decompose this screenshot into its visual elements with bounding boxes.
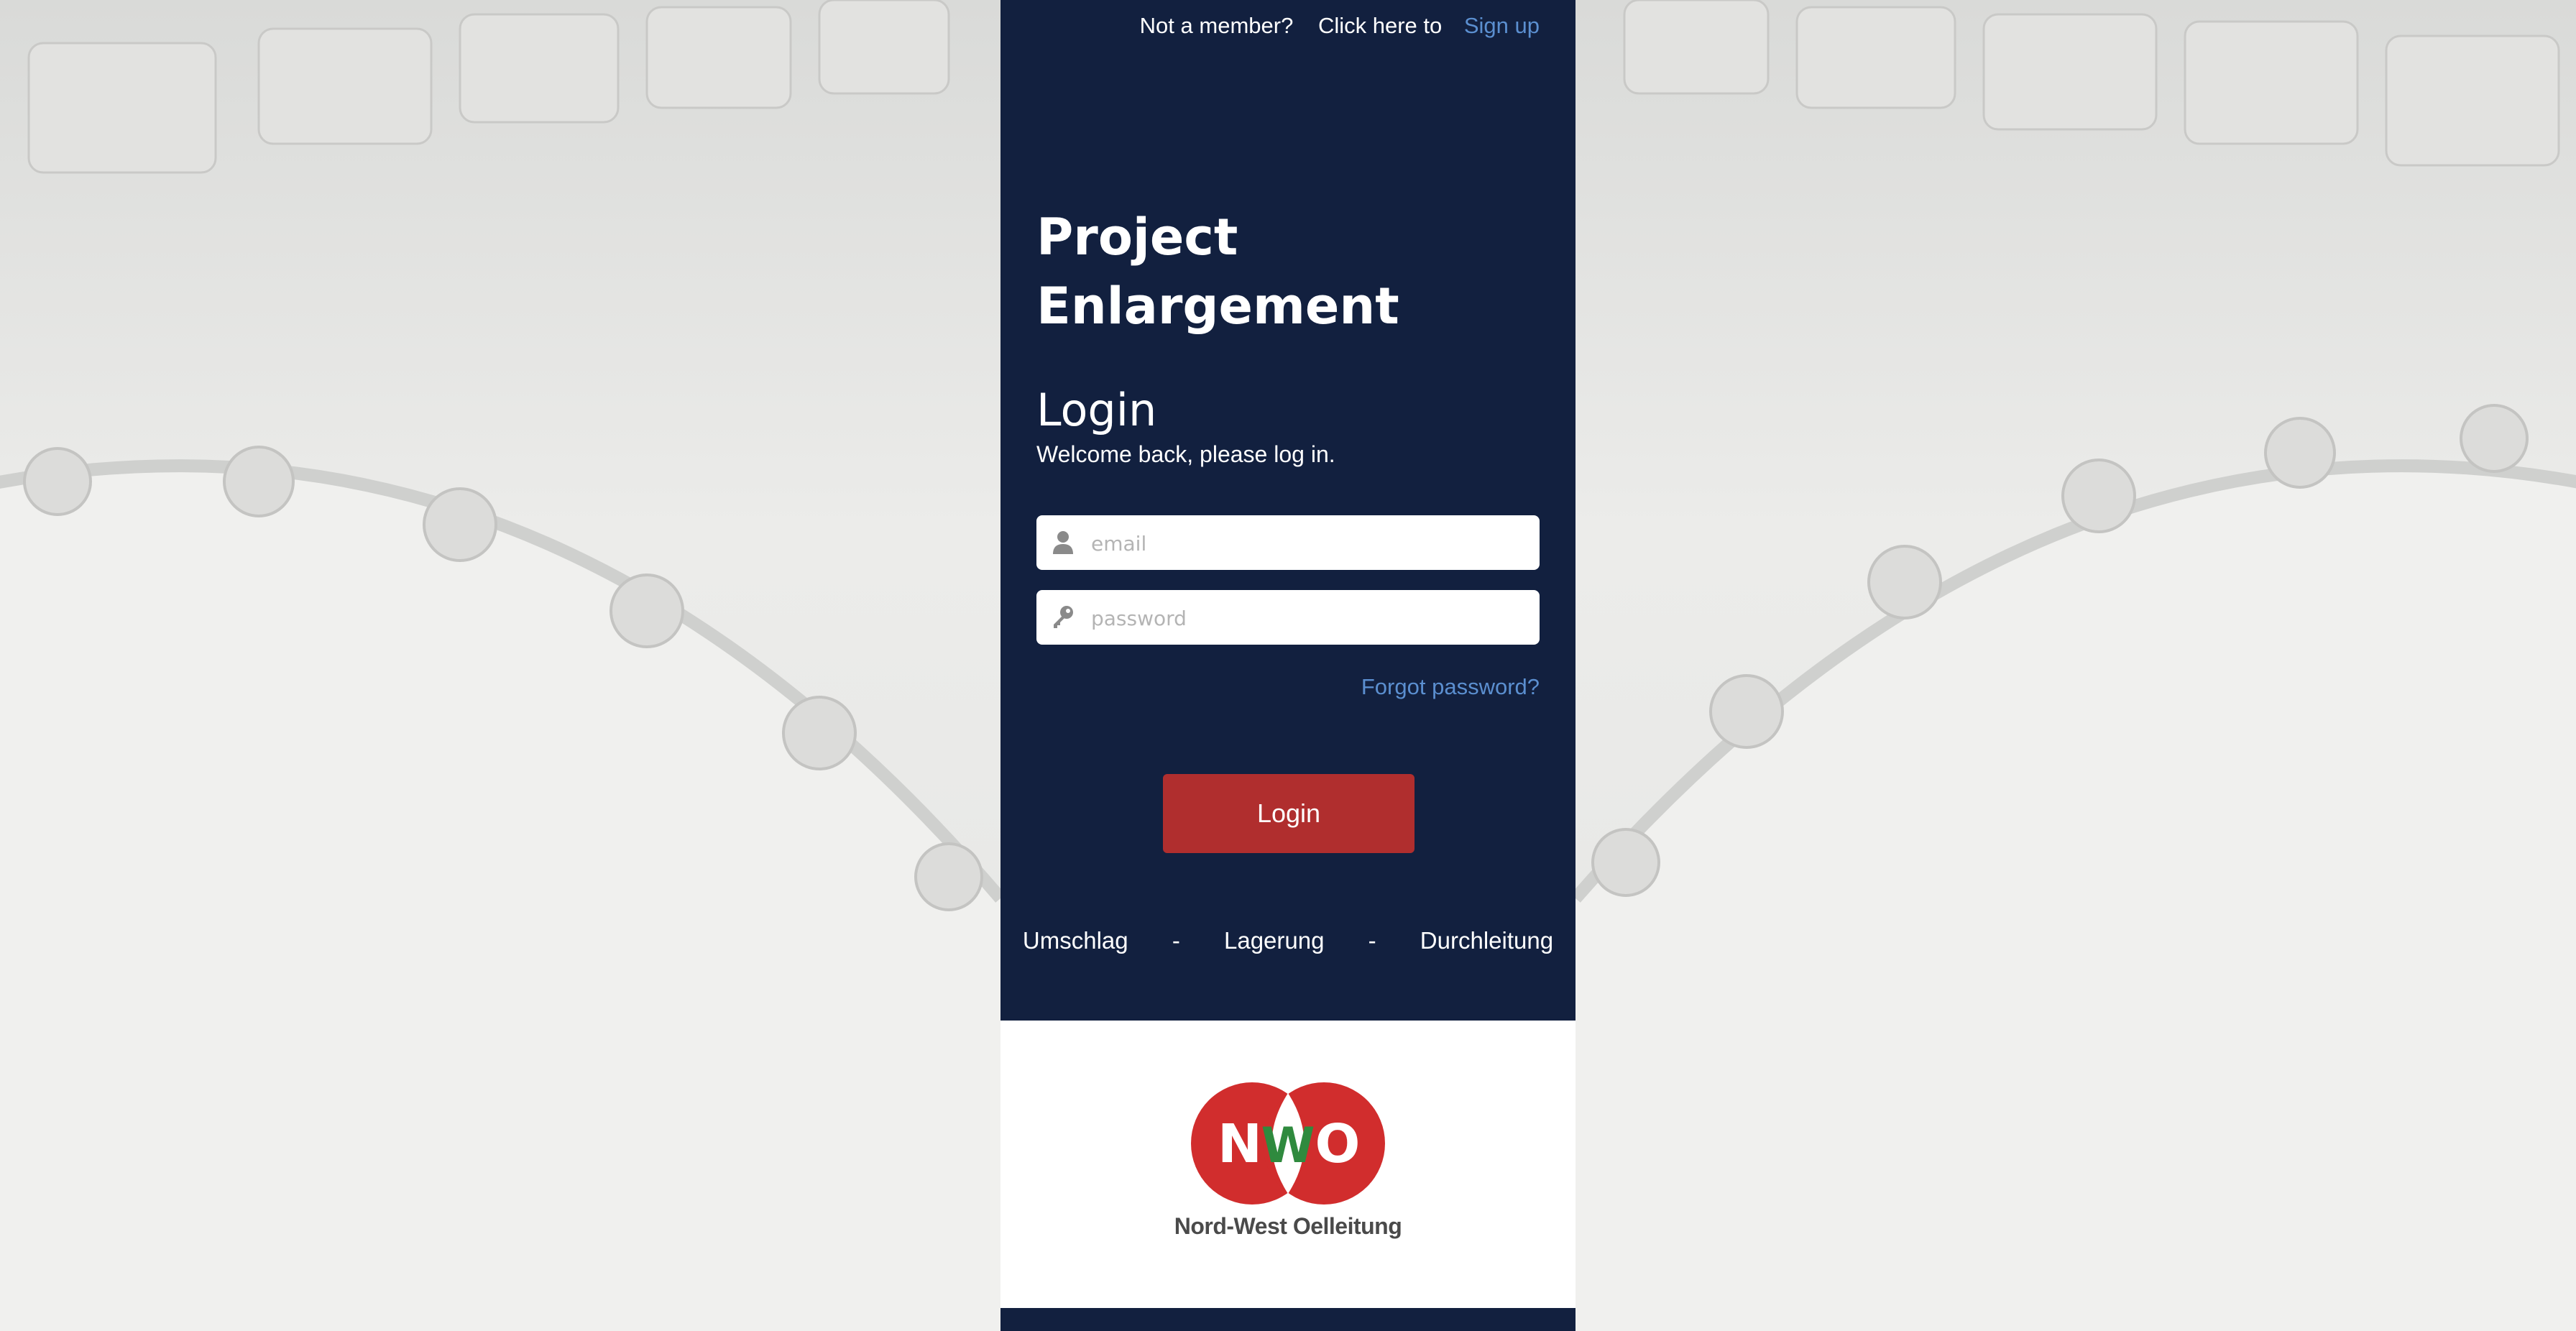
signup-link[interactable]: Sign up [1464, 13, 1540, 38]
login-panel: Not a member? Click here to Sign up Proj… [1000, 0, 1576, 1331]
company-logo-area: N W O Nord-West Oelleitung [1000, 1021, 1576, 1308]
user-icon [1051, 530, 1075, 556]
service-separator: - [1172, 927, 1180, 954]
logo-letter-o: O [1315, 1113, 1361, 1175]
company-name: Nord-West Oelleitung [1174, 1213, 1402, 1239]
forgot-password-link[interactable]: Forgot password? [1361, 674, 1540, 700]
service-umschlag: Umschlag [1022, 927, 1128, 954]
service-lagerung: Lagerung [1223, 927, 1325, 954]
nwo-logo-icon: N W O [1191, 1082, 1385, 1205]
not-member-text: Not a member? [1139, 13, 1294, 38]
email-field[interactable] [1036, 515, 1540, 571]
email-input[interactable] [1090, 515, 1524, 571]
password-input[interactable] [1090, 590, 1524, 646]
service-durchleitung: Durchleitung [1420, 927, 1554, 954]
logo-letter-n: N [1218, 1113, 1262, 1175]
welcome-text: Welcome back, please log in. [1036, 441, 1335, 467]
password-field[interactable] [1036, 590, 1540, 646]
login-button[interactable]: Login [1163, 774, 1414, 853]
login-heading: Login [1036, 384, 1157, 436]
key-icon [1051, 604, 1075, 630]
click-here-text: Click here to [1317, 13, 1443, 38]
project-title: Project Enlargement [1036, 208, 1399, 336]
service-separator: - [1368, 927, 1376, 954]
services-tagline: Umschlag - Lagerung - Durchleitung [1000, 927, 1576, 954]
signup-prompt: Not a member? Click here to Sign up [1140, 13, 1540, 39]
logo-letter-w: W [1261, 1118, 1315, 1174]
